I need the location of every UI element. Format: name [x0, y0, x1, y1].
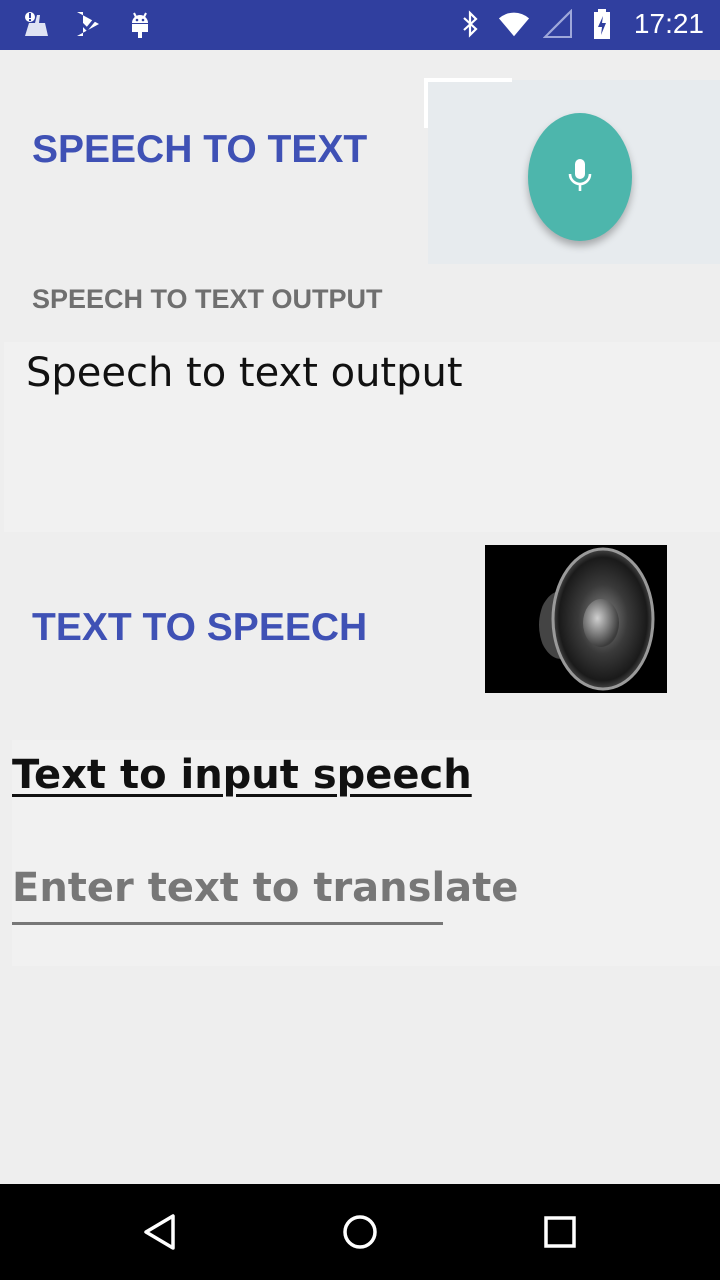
navigation-bar	[0, 1184, 720, 1280]
panel-edge	[424, 78, 428, 128]
bluetooth-icon	[454, 8, 486, 40]
status-bar: 17:21	[0, 0, 720, 50]
notification-icons	[20, 8, 156, 40]
speech-output-box: Speech to text output	[4, 342, 720, 532]
home-icon	[343, 1215, 377, 1249]
mic-icon	[568, 159, 592, 191]
wifi-icon	[498, 8, 530, 40]
panel-edge	[424, 78, 512, 82]
tts-text-input[interactable]	[12, 865, 612, 911]
battery-charging-icon	[586, 8, 618, 40]
input-underline	[12, 922, 443, 925]
speech-to-text-title: SPEECH TO TEXT	[32, 128, 368, 171]
task-notification-icon	[72, 8, 104, 40]
recents-icon	[544, 1216, 576, 1248]
home-button[interactable]	[336, 1208, 384, 1256]
status-clock: 17:21	[633, 8, 704, 39]
cleaner-notification-icon	[20, 8, 52, 40]
back-button[interactable]	[136, 1208, 184, 1256]
system-icons: 17:21	[454, 8, 704, 40]
mic-panel	[424, 78, 720, 264]
mic-button[interactable]	[528, 113, 632, 241]
tts-input-area: Text to input speech	[12, 740, 720, 966]
tts-input-heading: Text to input speech	[12, 752, 472, 798]
back-icon	[144, 1214, 175, 1250]
speaker-icon	[539, 547, 655, 691]
recents-button[interactable]	[536, 1208, 584, 1256]
speaker-button[interactable]	[485, 545, 667, 693]
speech-output-text: Speech to text output	[26, 350, 463, 396]
android-debug-icon	[124, 8, 156, 40]
text-to-speech-title: TEXT TO SPEECH	[32, 606, 368, 649]
speech-output-label: SPEECH TO TEXT OUTPUT	[32, 284, 383, 314]
signal-icon	[542, 8, 574, 40]
